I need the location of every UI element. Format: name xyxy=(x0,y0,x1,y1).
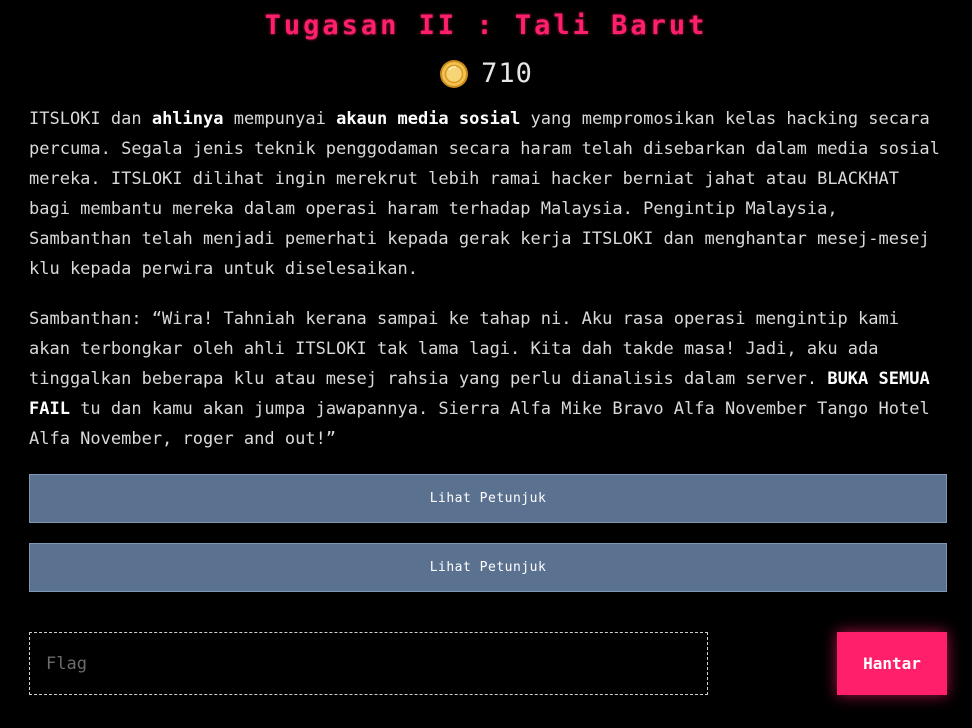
story-text: yang mempromosikan kelas hacking secara … xyxy=(29,109,940,279)
coin-count: 710 xyxy=(481,58,533,89)
story-paragraph-2: Sambanthan: “Wira! Tahniah kerana sampai… xyxy=(29,304,947,454)
story-text: Sambanthan: “Wira! Tahniah kerana sampai… xyxy=(29,309,899,389)
story-text: mempunyai xyxy=(223,109,337,129)
story-bold-text: ahlinya xyxy=(151,109,224,129)
page-title: Tugasan II : Tali Barut xyxy=(264,10,708,41)
story-text: tu dan kamu akan jumpa jawapannya. Sierr… xyxy=(29,399,930,449)
story-bold-text: akaun media sosial xyxy=(336,109,521,129)
hint-button-1[interactable]: Lihat Petunjuk xyxy=(29,474,947,523)
hint-button-2[interactable]: Lihat Petunjuk xyxy=(29,543,947,592)
story-paragraph-1: ITSLOKI dan ahlinya mempunyai akaun medi… xyxy=(29,104,947,284)
submit-button[interactable]: Hantar xyxy=(837,632,947,695)
coin-counter: 710 xyxy=(0,58,972,89)
coin-icon xyxy=(439,59,469,89)
challenge-description: ITSLOKI dan ahlinya mempunyai akaun medi… xyxy=(29,104,947,454)
flag-input[interactable] xyxy=(29,632,708,695)
story-text: ITSLOKI dan xyxy=(29,109,152,129)
